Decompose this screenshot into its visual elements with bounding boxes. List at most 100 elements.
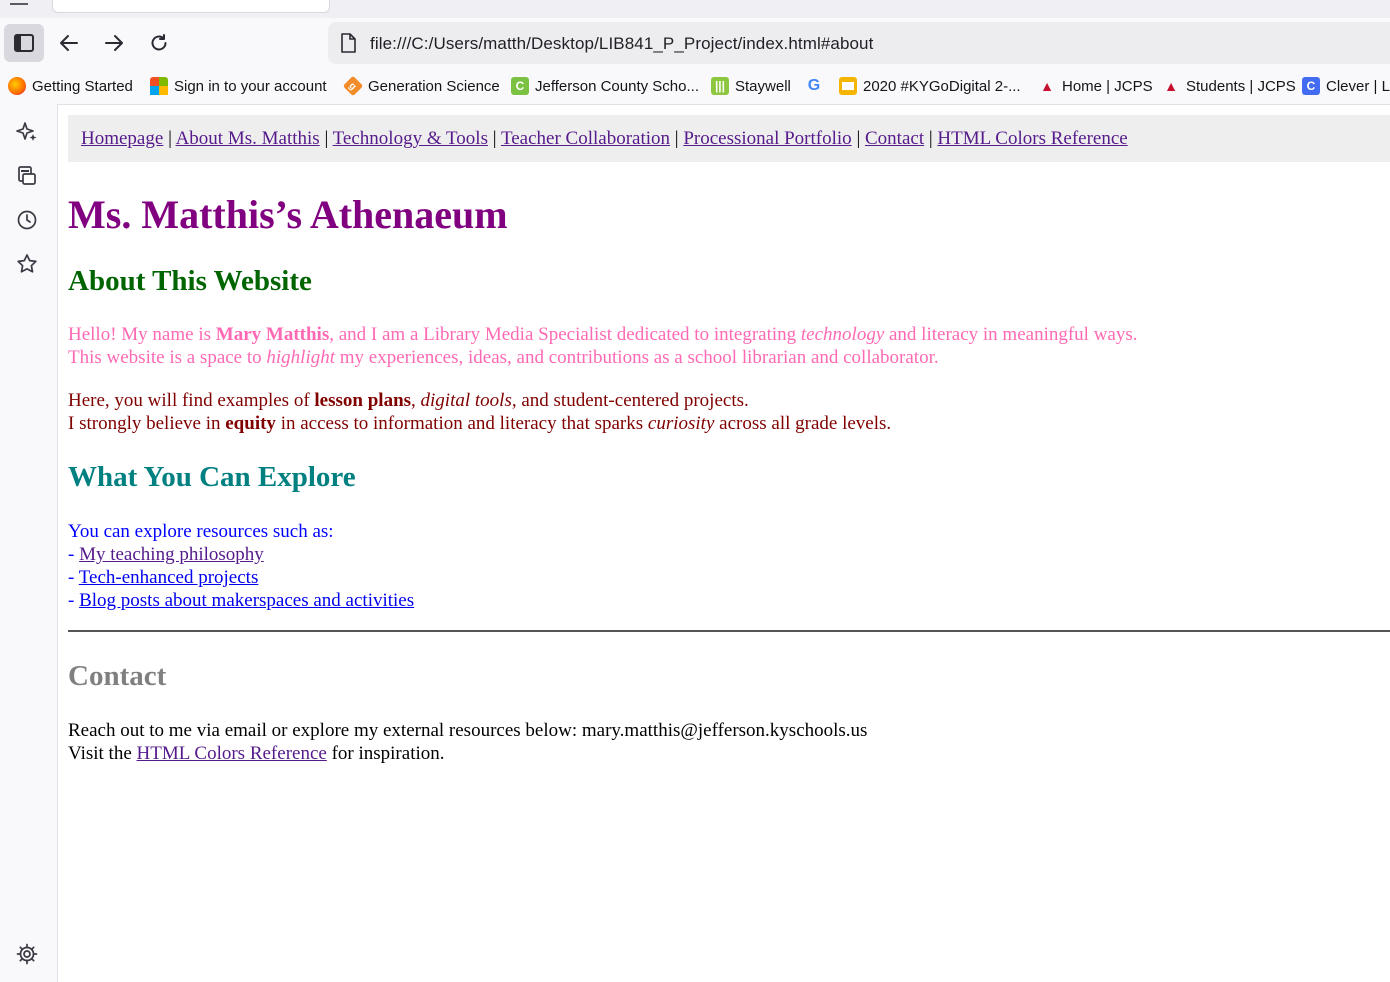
reload-button[interactable] [139,24,179,62]
nav-link-about[interactable]: About Ms. Matthis [176,128,320,149]
list-dash: - [68,590,80,611]
jcps-students-icon: ▲ [1164,78,1178,94]
microsoft-icon [150,77,168,95]
forward-button[interactable] [94,24,134,62]
text: , and student-centered projects. [511,390,749,411]
page-content: Homepage | About Ms. Matthis | Technolog… [58,105,1390,982]
clever-icon: C [1302,77,1320,95]
emphasis-digital-tools: digital tools [420,390,512,411]
bookmark-staywell[interactable]: ||| Staywell [711,76,791,96]
site-nav-links: Homepage | About Ms. Matthis | Technolog… [81,128,1128,150]
contact-line: Reach out to me via email or explore my … [68,720,868,741]
emphasis-equity: equity [225,413,276,434]
bookmark-label: Generation Science [368,77,500,95]
list-dash: - [68,567,79,588]
active-tab[interactable] [52,0,330,13]
bookmark-home-jcps[interactable]: ▲ Home | JCPS [1038,76,1153,96]
nav-separator: | [924,128,938,149]
history-icon[interactable] [15,208,39,232]
back-button[interactable] [49,24,89,62]
bookmark-label: 2020 #KYGoDigital 2-... [863,77,1021,95]
text: Hello! My name is [68,324,216,345]
bookmark-clever[interactable]: C Clever | Lo [1302,76,1390,96]
nav-separator: | [487,128,501,149]
bookmark-jefferson-county[interactable]: C Jefferson County Scho... [511,76,699,96]
nav-link-homepage[interactable]: Homepage [81,128,163,149]
link-teaching-philosophy[interactable]: My teaching philosophy [79,544,264,565]
about-paragraph-1: Hello! My name is Mary Matthis, and I am… [68,323,1138,369]
google-icon: G [807,77,821,94]
emphasis-technology: technology [800,324,885,345]
about-heading: About This Website [68,265,312,297]
bookmark-google[interactable]: G [805,76,829,96]
bookmark-label: Jefferson County Scho... [535,77,699,95]
link-tech-projects[interactable]: Tech-enhanced projects [79,567,259,588]
bookmark-students-jcps[interactable]: ▲ Students | JCPS [1162,76,1296,96]
nav-link-contact[interactable]: Contact [865,128,924,149]
text: I strongly believe in [68,413,226,434]
bookmark-kygodigital[interactable]: 2020 #KYGoDigital 2-... [839,76,1021,96]
bookmark-label: Students | JCPS [1186,77,1296,95]
arrow-right-icon [105,35,123,51]
bookmark-label: Getting Started [32,77,133,95]
text: Here, you will find examples of [68,390,315,411]
contact-heading: Contact [68,660,167,692]
divider [68,630,1390,632]
tab-strip [0,0,1390,18]
emphasis-lesson-plans: lesson plans [314,390,412,411]
address-bar[interactable]: file:///C:/Users/matth/Desktop/LIB841_P_… [328,22,1390,64]
page-title: Ms. Matthis’s Athenaeum [68,192,508,237]
text: across all grade levels. [714,413,892,434]
firefox-icon [8,77,26,95]
document-icon [341,33,356,53]
navigation-toolbar: file:///C:/Users/matth/Desktop/LIB841_P_… [0,18,1390,68]
browser-sidebar [0,104,58,982]
gear-icon[interactable] [15,942,39,966]
jcps-icon: ▲ [1040,78,1054,94]
bookmark-generation-science[interactable]: g Generation Science [342,75,500,97]
nav-link-technology[interactable]: Technology & Tools [333,128,488,149]
staywell-icon: ||| [711,77,729,95]
sidebar-icon [14,34,34,52]
url-text[interactable]: file:///C:/Users/matth/Desktop/LIB841_P_… [370,34,873,54]
clever-green-icon: C [511,77,529,95]
ai-sparkle-icon[interactable] [15,120,39,144]
bookmarks-bar: Getting Started Sign in to your account … [0,68,1390,105]
nav-link-html-colors[interactable]: HTML Colors Reference [937,128,1127,149]
nav-separator: | [319,128,333,149]
bookmark-label: Sign in to your account [174,77,327,95]
bookmark-getting-started[interactable]: Getting Started [8,76,133,96]
link-html-colors-reference[interactable]: HTML Colors Reference [137,743,327,764]
text: Visit the [68,743,137,764]
emphasis-curiosity: curiosity [647,413,715,434]
slides-icon [839,77,857,95]
nav-separator: | [163,128,176,149]
text: my experiences, ideas, and contributions… [335,347,939,368]
site-nav: Homepage | About Ms. Matthis | Technolog… [68,115,1390,162]
contact-paragraph: Reach out to me via email or explore my … [68,719,867,765]
text: This website is a space to [68,347,267,368]
explore-list: You can explore resources such as: - My … [68,520,414,612]
text: for inspiration. [326,743,445,764]
arrow-left-icon [60,35,78,51]
text: in access to information and literacy th… [275,413,648,434]
link-blog-posts[interactable]: Blog posts about makerspaces and activit… [79,590,414,611]
author-name: Mary Matthis [215,324,330,345]
nav-link-portfolio[interactable]: Processional Portfolio [683,128,851,149]
explore-intro: You can explore resources such as: [68,521,334,542]
menu-icon[interactable] [10,0,28,5]
text: and literacy in meaningful ways. [884,324,1138,345]
sidebar-toggle-button[interactable] [4,24,44,62]
synced-tabs-icon[interactable] [15,164,39,188]
bookmark-label: Clever | Lo [1326,77,1390,95]
bookmarks-star-icon[interactable] [15,252,39,276]
nav-link-collaboration[interactable]: Teacher Collaboration [501,128,670,149]
list-dash: - [68,544,80,565]
explore-heading: What You Can Explore [68,461,356,493]
bookmark-label: Staywell [735,77,791,95]
bookmark-label: Home | JCPS [1062,77,1153,95]
nav-separator: | [851,128,865,149]
bookmark-sign-in[interactable]: Sign in to your account [150,76,327,96]
text: , [411,390,421,411]
text: , and I am a Library Media Specialist de… [329,324,801,345]
